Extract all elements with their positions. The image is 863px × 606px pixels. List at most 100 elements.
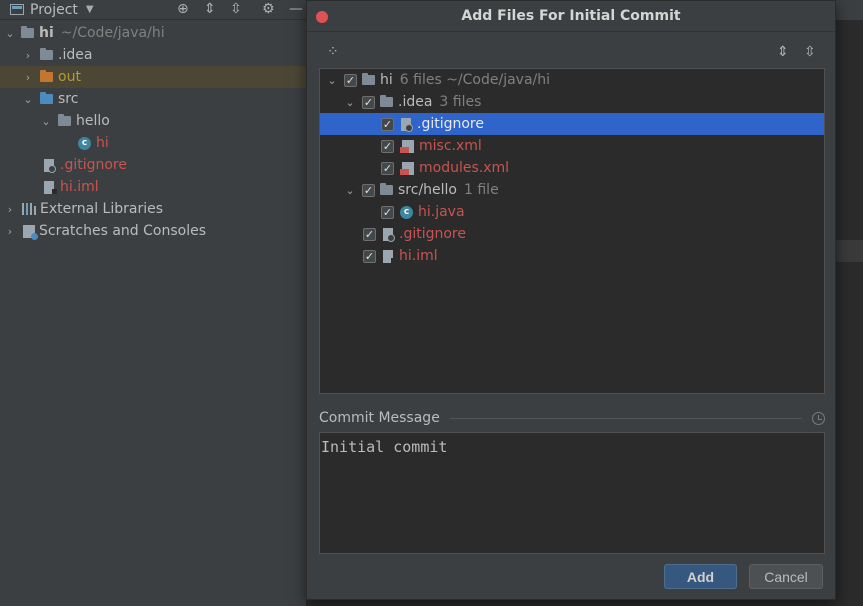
checkbox[interactable]: ✓ — [381, 205, 394, 219]
tree-item-out[interactable]: › out — [0, 66, 306, 88]
xml-file-icon — [400, 139, 414, 153]
module-folder-icon — [362, 73, 375, 85]
expand-all-icon[interactable]: ⇕ — [777, 44, 789, 60]
folder-icon — [40, 48, 53, 60]
tree-item-label: hello — [76, 113, 110, 129]
tree-item-hello[interactable]: ⌄ hello — [0, 110, 306, 132]
commit-message-input[interactable]: Initial commit — [319, 432, 825, 554]
files-tree-label: hi.iml — [399, 248, 438, 264]
checkbox[interactable]: ✓ — [362, 95, 375, 109]
locate-icon[interactable]: ⊕ — [177, 1, 189, 17]
chevron-down-icon[interactable]: ⌄ — [40, 115, 52, 128]
editor-current-line — [836, 240, 863, 262]
tree-item-hi-class[interactable]: c hi — [0, 132, 306, 154]
chevron-down-icon[interactable]: ⌄ — [4, 27, 16, 40]
scratches-icon — [23, 224, 38, 240]
chevron-down-icon[interactable]: ⌄ — [326, 74, 338, 87]
collapse-all-icon[interactable]: ⇳ — [804, 44, 816, 60]
library-icon — [22, 203, 36, 215]
checkbox[interactable]: ✓ — [381, 161, 394, 175]
tree-item-label: out — [58, 69, 81, 85]
ignore-file-icon — [44, 158, 56, 173]
checkbox[interactable]: ✓ — [381, 117, 394, 131]
files-tree-label: .idea — [398, 94, 433, 110]
files-tree-label: .gitignore — [417, 116, 484, 132]
commit-message-label: Commit Message — [319, 410, 440, 426]
tree-item-label: .idea — [58, 47, 93, 63]
cancel-button[interactable]: Cancel — [749, 564, 823, 589]
package-icon — [58, 114, 71, 126]
chevron-down-icon[interactable]: ⌄ — [344, 184, 356, 197]
checkbox[interactable]: ✓ — [363, 227, 376, 241]
files-tree-row[interactable]: ⌄ ✓ .idea 3 files — [320, 91, 824, 113]
module-file-icon — [383, 249, 396, 263]
folder-icon — [380, 95, 393, 107]
files-count: 1 file — [464, 182, 499, 198]
add-button[interactable]: Add — [664, 564, 737, 589]
separator — [449, 417, 802, 419]
checkbox[interactable]: ✓ — [362, 183, 375, 197]
editor-tab-bar — [836, 0, 863, 20]
chevron-right-icon[interactable]: › — [22, 49, 34, 62]
module-folder-icon — [21, 26, 34, 38]
ignore-file-icon — [383, 227, 395, 242]
add-files-dialog: Add Files For Initial Commit ⁘ ⇕ ⇳ ⌄ ✓ h… — [306, 0, 836, 600]
chevron-right-icon[interactable]: › — [4, 225, 16, 238]
checkbox[interactable]: ✓ — [344, 73, 357, 87]
dialog-title: Add Files For Initial Commit — [461, 8, 681, 24]
files-tree-row[interactable]: ✓ .gitignore — [320, 223, 824, 245]
group-by-icon[interactable]: ⁘ — [327, 44, 339, 60]
checkbox[interactable]: ✓ — [381, 139, 394, 153]
tree-item-label: External Libraries — [40, 201, 163, 217]
files-tree-label: .gitignore — [399, 226, 466, 242]
hide-icon[interactable]: — — [289, 1, 303, 17]
chevron-down-icon[interactable]: ⌄ — [344, 96, 356, 109]
project-title[interactable]: Project — [30, 2, 78, 18]
files-tree-row[interactable]: ✓ modules.xml — [320, 157, 824, 179]
files-count: 3 files — [439, 94, 482, 110]
files-tree-row[interactable]: ✓ .gitignore — [320, 113, 824, 135]
files-tree-row[interactable]: ✓ hi.iml — [320, 245, 824, 267]
files-tree-label: misc.xml — [419, 138, 482, 154]
files-tree-row[interactable]: ⌄ ✓ src/hello 1 file — [320, 179, 824, 201]
chevron-right-icon[interactable]: › — [22, 71, 34, 84]
tree-item-src[interactable]: ⌄ src — [0, 88, 306, 110]
project-view-icon — [10, 4, 24, 15]
tree-item-external-libraries[interactable]: › External Libraries — [0, 198, 306, 220]
expand-all-icon[interactable]: ⇕ — [204, 1, 216, 17]
tree-item-label: src — [58, 91, 79, 107]
files-tree-row[interactable]: ✓ misc.xml — [320, 135, 824, 157]
files-count: 6 files ~/Code/java/hi — [399, 72, 551, 88]
checkbox[interactable]: ✓ — [363, 249, 376, 263]
tree-item-hi-iml[interactable]: hi.iml — [0, 176, 306, 198]
tree-item-idea[interactable]: › .idea — [0, 44, 306, 66]
folder-icon — [380, 183, 393, 195]
tree-item-label: Scratches and Consoles — [39, 223, 206, 239]
chevron-right-icon[interactable]: › — [4, 203, 16, 216]
module-file-icon — [44, 180, 57, 194]
files-tree-label: modules.xml — [419, 160, 510, 176]
java-class-icon: c — [400, 205, 413, 219]
files-tree-row[interactable]: ⌄ ✓ hi 6 files ~/Code/java/hi — [320, 69, 824, 91]
dialog-toolbar: ⁘ ⇕ ⇳ — [307, 41, 835, 65]
xml-file-icon — [400, 161, 414, 175]
chevron-down-icon[interactable]: ⌄ — [22, 93, 34, 106]
tree-item-project-root[interactable]: ⌄ hi ~/Code/java/hi — [0, 22, 306, 44]
files-tree-label: hi.java — [418, 204, 465, 220]
tree-item-gitignore[interactable]: .gitignore — [0, 154, 306, 176]
tree-item-label: .gitignore — [60, 157, 127, 173]
project-panel: Project ▼ ⊕ ⇕ ⇳ ⚙ — ⌄ hi ~/Code/java/hi … — [0, 0, 306, 606]
history-icon[interactable] — [812, 411, 825, 425]
tree-item-label: hi.iml — [60, 179, 99, 195]
source-folder-icon — [40, 92, 53, 104]
files-tree: ⌄ ✓ hi 6 files ~/Code/java/hi ⌄ ✓ .idea … — [319, 68, 825, 394]
gear-icon[interactable]: ⚙ — [262, 1, 275, 17]
commit-message-header: Commit Message — [319, 409, 825, 427]
files-tree-row[interactable]: ✓ c hi.java — [320, 201, 824, 223]
collapse-all-icon[interactable]: ⇳ — [230, 1, 242, 17]
chevron-down-icon[interactable]: ▼ — [86, 4, 94, 15]
excluded-folder-icon — [40, 70, 53, 82]
ignore-file-icon — [401, 117, 413, 132]
tree-item-label: hi — [96, 135, 109, 151]
tree-item-scratches[interactable]: › Scratches and Consoles — [0, 220, 306, 242]
